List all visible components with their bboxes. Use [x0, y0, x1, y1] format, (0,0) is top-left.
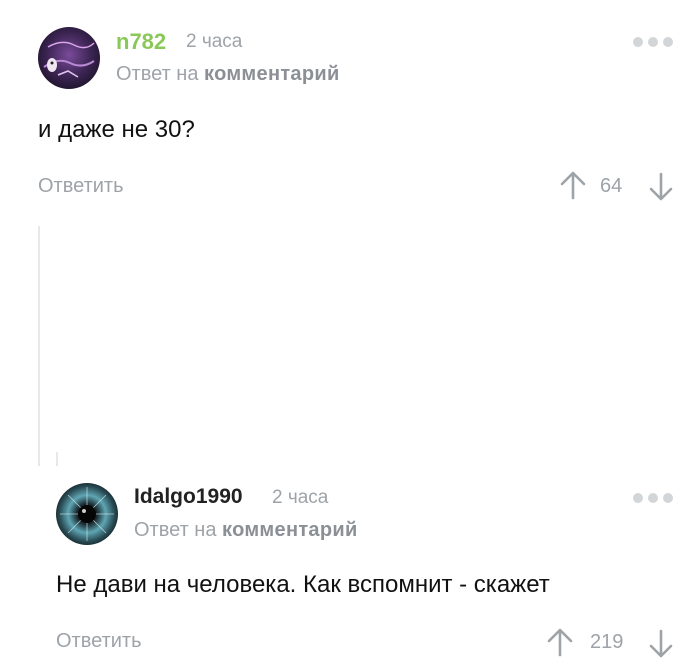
arrow-down-icon[interactable]	[648, 629, 674, 659]
comment-author[interactable]: n782	[116, 29, 166, 55]
comment-text: Не дави на человека. Как вспомнит - скаж…	[56, 571, 550, 598]
more-dots-icon[interactable]	[633, 37, 673, 47]
avatar[interactable]	[56, 483, 118, 545]
reply-to-link[interactable]: комментарий	[204, 63, 340, 85]
arrow-up-icon[interactable]	[559, 170, 587, 200]
reply-button[interactable]: Ответить	[56, 630, 142, 653]
thread-branch-line	[38, 226, 40, 466]
reply-to-line: Ответ на комментарий	[134, 519, 358, 542]
rating-count: 219	[590, 631, 624, 653]
avatar[interactable]	[38, 27, 100, 89]
reply-to-link[interactable]: комментарий	[222, 519, 358, 541]
reply-button[interactable]: Ответить	[38, 175, 124, 198]
comment-author[interactable]: Idalgo1990	[134, 485, 243, 509]
thread-branch-line-nested	[56, 452, 58, 466]
reply-to-prefix: Ответ на	[134, 519, 217, 541]
arrow-up-icon[interactable]	[546, 627, 574, 657]
comment-time: 2 часа	[186, 31, 243, 52]
comment-time: 2 часа	[272, 487, 329, 508]
rating-count: 64	[600, 175, 623, 197]
arrow-down-icon[interactable]	[648, 172, 674, 202]
more-dots-icon[interactable]	[633, 493, 673, 503]
comment-text: и даже не 30?	[38, 116, 195, 143]
reply-to-prefix: Ответ на	[116, 63, 199, 85]
reply-to-line: Ответ на комментарий	[116, 63, 340, 86]
